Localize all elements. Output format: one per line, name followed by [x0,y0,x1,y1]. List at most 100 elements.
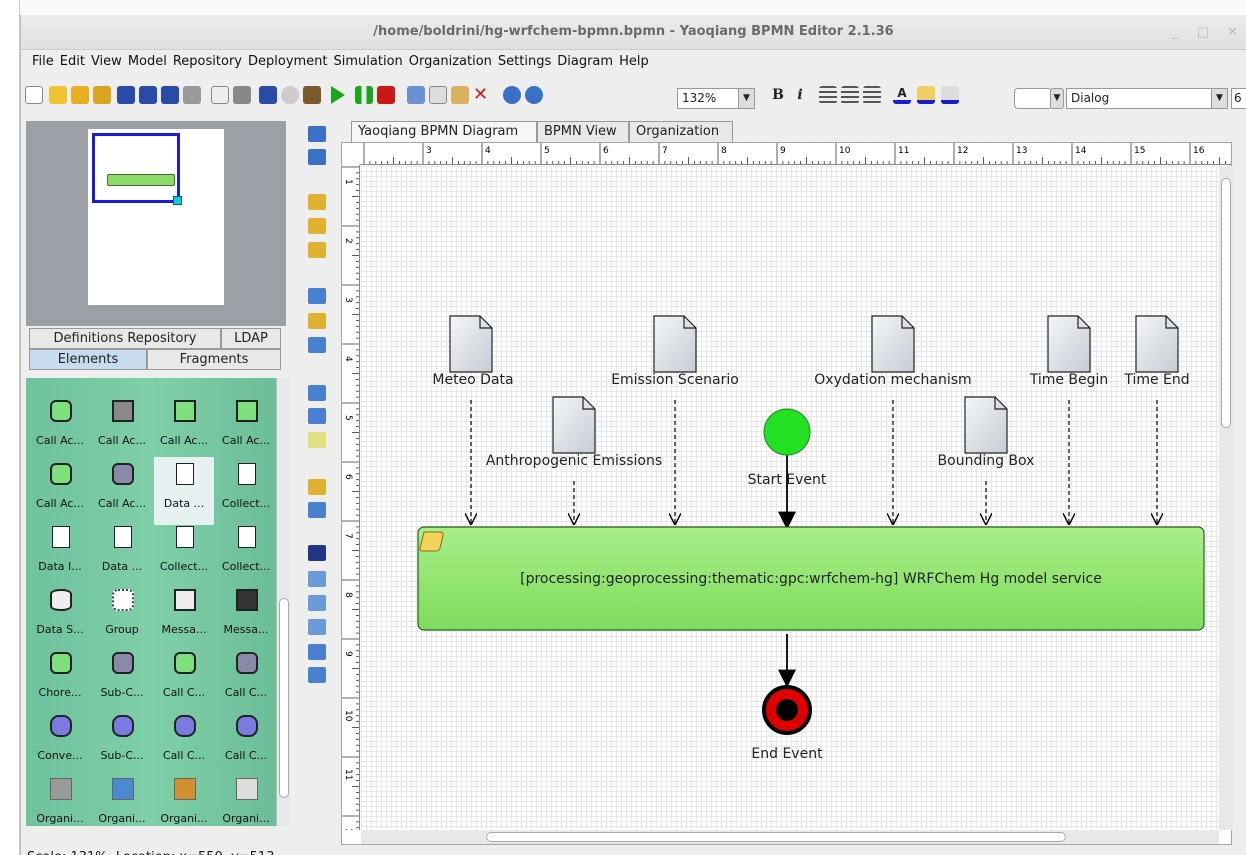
data-object[interactable]: Emission Scenario [611,315,739,388]
align-left-icon[interactable] [819,86,837,104]
org-layout-icon[interactable] [308,149,326,165]
distribute-v-icon[interactable] [308,408,326,424]
paste-icon[interactable] [451,86,469,104]
align-right-icon[interactable] [863,86,881,104]
data-object[interactable]: Time Begin [1029,315,1109,388]
redo-icon[interactable] [525,86,543,104]
palette-item[interactable]: Sub-C... [92,709,152,777]
undo-icon[interactable] [503,86,521,104]
align-bottom-icon[interactable] [308,337,326,353]
palette-item[interactable]: Call Ac... [30,457,90,525]
palette-scroll-thumb[interactable] [279,598,289,798]
palette-item[interactable]: Chore... [30,646,90,714]
palette-item[interactable]: Sub-C... [92,646,152,714]
menu-edit[interactable]: Edit [57,52,88,74]
bold-icon[interactable]: B [769,86,787,104]
menu-file[interactable]: File [29,52,57,74]
palette-item[interactable]: Collect... [216,457,276,525]
zoom-in-icon[interactable] [308,571,326,587]
menu-view[interactable]: View [88,52,125,74]
outline-viewport[interactable] [92,133,180,203]
align-middle-icon[interactable] [308,313,326,329]
align-top-icon[interactable] [308,288,326,304]
palette-item[interactable]: Call Ac... [92,457,152,525]
align-right-icon[interactable] [308,242,326,258]
tab-organization[interactable]: Organization [629,121,733,143]
palette-item[interactable]: Collect... [216,520,276,588]
font-color-icon[interactable]: A [893,86,911,104]
diagram-canvas[interactable]: Meteo Data Emission Scenario Oxydation mec… [361,166,1219,829]
tab-elements[interactable]: Elements [29,349,147,370]
palette-item[interactable]: Group [92,583,152,651]
open-icon[interactable] [49,86,67,104]
menu-repository[interactable]: Repository [170,52,245,74]
menu-organization[interactable]: Organization [406,52,495,74]
fit-page-icon[interactable] [308,644,326,660]
history-icon[interactable] [281,86,299,104]
layout-b-icon[interactable] [308,502,326,518]
save-icon[interactable] [117,86,135,104]
chevron-down-icon[interactable]: ▼ [1211,89,1227,108]
palette-item[interactable]: Organi... [154,772,214,826]
play-icon[interactable] [331,86,345,104]
tab-bpmn-view[interactable]: BPMN View [537,121,629,143]
zoom-out-icon[interactable] [308,595,326,611]
open-url-icon[interactable] [93,86,111,104]
new-icon[interactable] [25,86,43,104]
palette-item[interactable]: Data ... [92,520,152,588]
open-recent-icon[interactable] [71,86,89,104]
canvas-vscroll-thumb[interactable] [1221,178,1231,428]
fill-color-icon[interactable] [941,86,959,104]
grid-icon[interactable] [308,545,326,561]
canvas-hscroll-thumb[interactable] [486,832,1066,842]
delete-icon[interactable]: ✕ [473,86,491,104]
font-select[interactable]: Dialog ▼ [1066,88,1228,109]
palette-item[interactable]: Call C... [154,646,214,714]
data-object[interactable]: Anthropogenic Emissions [486,396,662,469]
canvas-hscroll[interactable] [361,830,1219,844]
palette-item[interactable]: Call C... [154,709,214,777]
palette-item[interactable]: Data S... [30,583,90,651]
data-object[interactable]: Time End [1123,315,1190,388]
tree-layout-icon[interactable] [308,126,326,142]
menu-help[interactable]: Help [616,52,652,74]
menu-diagram[interactable]: Diagram [554,52,616,74]
palette-item[interactable]: Messa... [154,583,214,651]
palette-item[interactable]: Call Ac... [154,394,214,462]
stop-icon[interactable] [377,86,395,104]
minimize-icon[interactable]: _ [1172,25,1179,40]
layout-a-icon[interactable] [308,479,326,495]
menu-simulation[interactable]: Simulation [331,52,406,74]
start-event[interactable] [763,408,811,456]
zoom-select[interactable]: 132% ▼ [677,88,755,109]
tab-definitions-repository[interactable]: Definitions Repository [29,328,221,349]
align-left-icon[interactable] [308,194,326,210]
menu-settings[interactable]: Settings [495,52,554,74]
palette-item[interactable]: Call C... [216,646,276,714]
data-object[interactable]: Bounding Box [938,396,1035,469]
data-object[interactable]: Meteo Data [432,315,514,388]
outline-resize-handle[interactable] [173,196,182,205]
outline-overview[interactable] [26,121,286,326]
line-color-icon[interactable] [917,86,935,104]
palette-item[interactable]: Data ... [154,457,214,525]
diagram-svg[interactable]: Meteo Data Emission Scenario Oxydation mec… [361,166,1219,829]
palette-item[interactable]: Organi... [30,772,90,826]
palette-item[interactable]: Messa... [216,583,276,651]
copy-icon[interactable] [429,86,447,104]
font-size-select[interactable]: 6 [1231,88,1246,109]
save-as-icon[interactable] [139,86,157,104]
color-picker[interactable] [1014,88,1052,109]
chevron-down-icon[interactable]: ▼ [738,89,754,108]
italic-icon[interactable]: i [791,86,809,104]
palette-item[interactable]: Data I... [30,520,90,588]
fit-icon[interactable] [308,432,326,448]
tab-ldap[interactable]: LDAP [221,328,281,349]
print-icon[interactable] [233,86,251,104]
align-center-icon[interactable] [841,86,859,104]
data-object[interactable]: Oxydation mechanism [814,315,972,388]
palette-item[interactable]: Call C... [216,709,276,777]
palette-item[interactable]: Call Ac... [216,394,276,462]
palette-item[interactable]: Organi... [216,772,276,826]
palette-item[interactable]: Organi... [92,772,152,826]
